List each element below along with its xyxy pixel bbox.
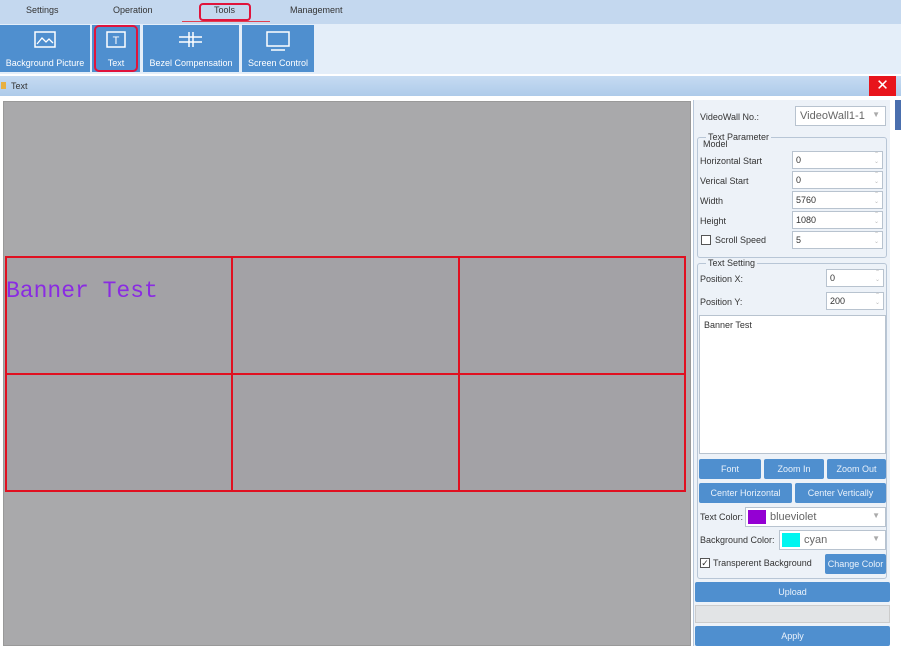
screen-control-button[interactable]: Screen Control — [242, 25, 314, 72]
horizontal-start-input[interactable]: 0 — [792, 151, 883, 169]
transparent-background-checkbox[interactable]: ✓ — [700, 558, 710, 568]
center-vertically-button[interactable]: Center Vertically — [795, 483, 886, 503]
change-color-button[interactable]: Change Color — [825, 554, 886, 574]
text-setting-legend: Text Setting — [706, 258, 758, 268]
toolbar: Background Picture T Text Bezel Compensa… — [0, 24, 901, 74]
scroll-speed-checkbox[interactable] — [701, 235, 711, 245]
font-button[interactable]: Font — [699, 459, 761, 479]
menu-management[interactable]: Management — [290, 5, 343, 15]
screen-cell — [458, 374, 685, 491]
screen-cell — [232, 374, 459, 491]
window-title: Text — [11, 81, 28, 91]
upload-progress-bar — [695, 605, 890, 623]
model-label: Model — [703, 139, 728, 149]
bezel-icon — [179, 32, 202, 47]
menu-bar: Settings Operation Tools Management — [0, 0, 901, 24]
position-y-input[interactable]: 200 — [826, 292, 884, 310]
text-content-area[interactable]: Banner Test — [699, 315, 886, 454]
text-color-select[interactable]: blueviolet ▼ — [745, 507, 886, 527]
width-label: Width — [700, 196, 724, 206]
menu-operation[interactable]: Operation — [113, 5, 153, 15]
zoom-in-button[interactable]: Zoom In — [764, 459, 824, 479]
screen-cell — [6, 257, 233, 374]
background-color-value: cyan — [804, 534, 828, 546]
highlight-box — [199, 3, 251, 21]
window-icon — [1, 82, 6, 89]
videowall-label: VideoWall No.: — [700, 112, 760, 122]
settings-panel: VideoWall No.: VideoWall1-1 ▼ Text Parame… — [693, 100, 890, 646]
banner-text[interactable]: Banner Test — [6, 278, 158, 304]
vertical-start-input[interactable]: 0 — [792, 171, 883, 189]
height-label: Height — [700, 216, 727, 226]
apply-button[interactable]: Apply — [695, 626, 890, 646]
horizontal-start-label: Horizontal Start — [700, 156, 763, 166]
chevron-down-icon: ▼ — [872, 110, 880, 119]
active-tab-underline — [182, 21, 270, 22]
text-color-swatch — [748, 510, 766, 524]
chevron-down-icon: ▼ — [872, 511, 880, 520]
screen-cell — [6, 374, 233, 491]
height-input[interactable]: 1080 — [792, 211, 883, 229]
scroll-speed-label: Scroll Speed — [715, 235, 767, 245]
window-title-bar: Text — [0, 76, 901, 96]
position-x-label: Position X: — [700, 274, 744, 284]
vertical-start-label: Verical Start — [700, 176, 749, 186]
background-picture-button[interactable]: Background Picture — [0, 25, 90, 72]
background-color-select[interactable]: cyan ▼ — [779, 530, 886, 550]
menu-settings[interactable]: Settings — [26, 5, 59, 15]
text-color-label: Text Color: — [700, 512, 744, 522]
position-y-label: Position Y: — [700, 297, 743, 307]
center-horizontal-button[interactable]: Center Horizontal — [699, 483, 792, 503]
scroll-speed-input[interactable]: 5 — [792, 231, 883, 249]
screen-cell — [232, 257, 459, 374]
background-color-label: Background Color: — [700, 535, 775, 545]
chevron-down-icon: ▼ — [872, 534, 880, 543]
monitor-icon — [266, 31, 290, 51]
scrollbar[interactable] — [895, 100, 901, 130]
videowall-value: VideoWall1-1 — [800, 110, 865, 122]
bezel-compensation-button[interactable]: Bezel Compensation — [143, 25, 239, 72]
background-color-swatch — [782, 533, 800, 547]
text-color-value: blueviolet — [770, 511, 817, 523]
highlight-box — [94, 25, 138, 72]
transparent-background-label: Transperent Background — [713, 558, 812, 568]
position-x-input[interactable]: 0 — [826, 269, 884, 287]
width-input[interactable]: 5760 — [792, 191, 883, 209]
close-button[interactable]: ✕ — [869, 76, 896, 96]
screen-cell — [458, 257, 685, 374]
upload-button[interactable]: Upload — [695, 582, 890, 602]
zoom-out-button[interactable]: Zoom Out — [827, 459, 886, 479]
image-icon — [34, 31, 56, 48]
videowall-select[interactable]: VideoWall1-1 ▼ — [795, 106, 886, 126]
